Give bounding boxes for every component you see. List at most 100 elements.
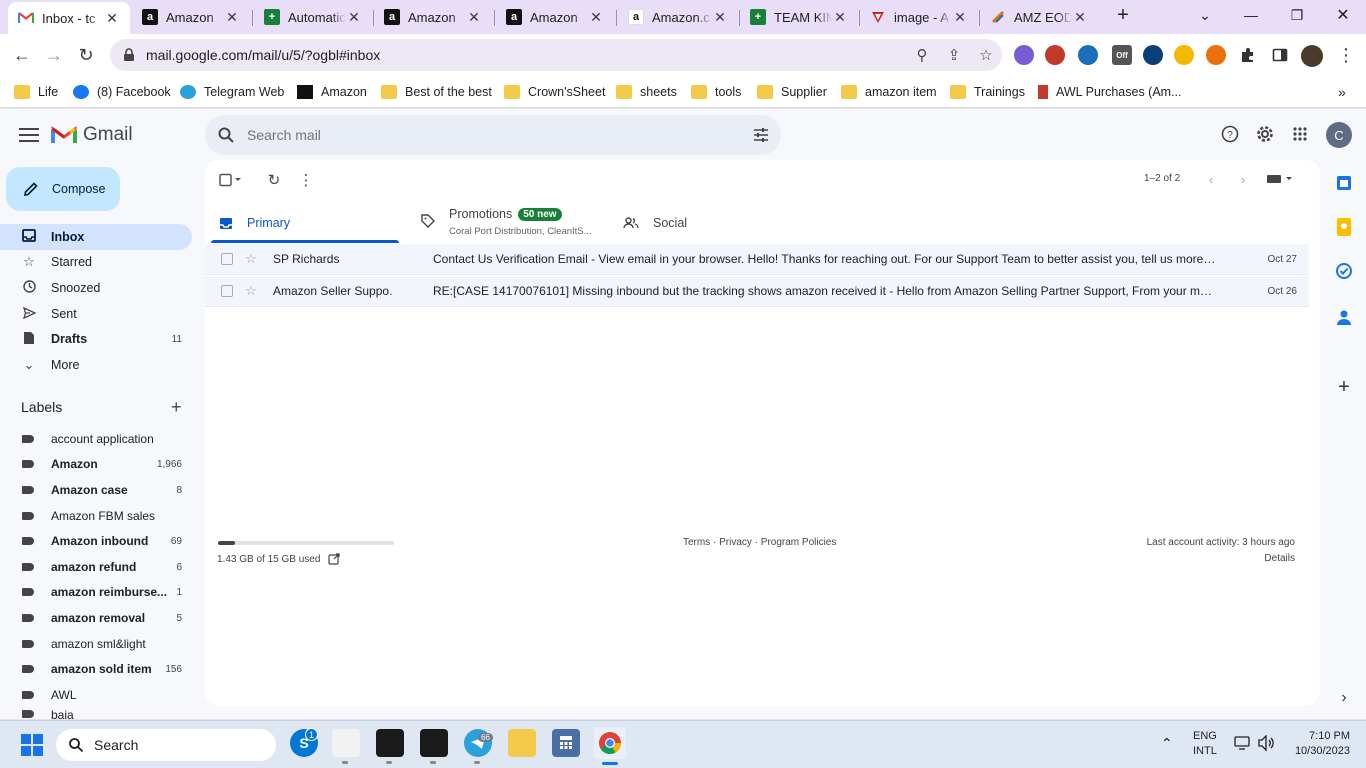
restore-icon[interactable]: ❐ bbox=[1274, 0, 1320, 30]
volume-icon[interactable] bbox=[1258, 734, 1276, 756]
file-explorer-icon[interactable] bbox=[508, 729, 536, 757]
external-link-icon[interactable] bbox=[328, 553, 341, 565]
tab-search-chevron-icon[interactable]: ⌄ bbox=[1182, 0, 1228, 30]
close-tab-icon[interactable]: ✕ bbox=[588, 9, 604, 26]
tab-amazon-2[interactable]: a Amazon ✕ bbox=[374, 2, 492, 32]
compose-button[interactable]: Compose bbox=[6, 167, 120, 211]
new-tab-button[interactable]: + bbox=[1100, 0, 1146, 30]
nav-snoozed[interactable]: Snoozed bbox=[0, 275, 192, 301]
back-icon[interactable]: ← bbox=[10, 43, 34, 67]
refresh-icon[interactable]: ↻ bbox=[265, 171, 283, 189]
extension-off-icon[interactable]: Off bbox=[1112, 45, 1132, 65]
label-baia[interactable]: baia bbox=[0, 708, 192, 719]
reload-icon[interactable]: ↻ bbox=[74, 43, 98, 67]
older-chevron-right-icon[interactable]: › bbox=[1235, 171, 1251, 187]
bookmark-life[interactable]: Life bbox=[14, 82, 58, 102]
tab-amazon-3[interactable]: a Amazon ✕ bbox=[496, 2, 614, 32]
details-link[interactable]: Details bbox=[1264, 553, 1295, 564]
tab-automatic[interactable]: + Automatic ✕ bbox=[254, 2, 372, 32]
help-icon[interactable]: ? bbox=[1219, 123, 1241, 145]
label-amazon-refund[interactable]: amazon refund 6 bbox=[0, 556, 192, 578]
tab-primary[interactable]: Primary bbox=[219, 204, 290, 242]
select-all-checkbox[interactable] bbox=[219, 172, 243, 188]
taskbar-search[interactable]: Search bbox=[56, 729, 276, 761]
bookmark-amazon[interactable]: Amazon bbox=[297, 82, 367, 102]
app-icon-3[interactable] bbox=[420, 729, 448, 757]
email-row[interactable]: ☆ SP Richards Contact Us Verification Em… bbox=[205, 244, 1309, 275]
more-bookmarks-icon[interactable]: » bbox=[1338, 82, 1346, 102]
label-amazon-sold-item[interactable]: amazon sold item 156 bbox=[0, 658, 192, 680]
row-checkbox[interactable] bbox=[221, 285, 233, 297]
bookmark-best-of-the-best[interactable]: Best of the best bbox=[381, 82, 492, 102]
close-tab-icon[interactable]: ✕ bbox=[224, 9, 240, 26]
close-window-icon[interactable]: ✕ bbox=[1320, 0, 1366, 30]
zoom-icon[interactable]: ⚲ bbox=[906, 46, 938, 64]
network-icon[interactable] bbox=[1234, 736, 1250, 755]
bookmark-amazon-item[interactable]: amazon item bbox=[841, 82, 937, 102]
tab-gmail-inbox[interactable]: Inbox - tc ✕ bbox=[8, 2, 130, 34]
label-amazon-removal[interactable]: amazon removal 5 bbox=[0, 607, 192, 629]
app-icon-2[interactable] bbox=[376, 729, 404, 757]
tab-amazon-com[interactable]: a Amazon.c ✕ bbox=[618, 2, 738, 32]
address-bar[interactable]: mail.google.com/mail/u/5/?ogbl#inbox ⚲ ⇪… bbox=[110, 39, 1002, 71]
google-apps-icon[interactable] bbox=[1289, 123, 1311, 145]
bookmark-sheets[interactable]: sheets bbox=[616, 82, 677, 102]
extension-2-icon[interactable] bbox=[1045, 45, 1065, 65]
storage-usage[interactable]: 1.43 GB of 15 GB used bbox=[217, 553, 341, 565]
system-clock[interactable]: 7:10 PM 10/30/2023 bbox=[1295, 729, 1350, 759]
bookmark-trainings[interactable]: Trainings bbox=[950, 82, 1025, 102]
label-amazon-inbound[interactable]: Amazon inbound 69 bbox=[0, 530, 192, 552]
tab-team-kim[interactable]: + TEAM KIM ✕ bbox=[740, 2, 858, 32]
nav-sent[interactable]: Sent bbox=[0, 301, 192, 327]
chrome-icon[interactable] bbox=[594, 727, 626, 759]
more-actions-icon[interactable]: ⋮ bbox=[297, 171, 315, 189]
minimize-icon[interactable]: — bbox=[1228, 0, 1274, 30]
close-tab-icon[interactable]: ✕ bbox=[104, 10, 120, 27]
label-amazon-case[interactable]: Amazon case 8 bbox=[0, 479, 192, 501]
input-language[interactable]: ENG INTL bbox=[1193, 729, 1217, 759]
create-label-icon[interactable]: + bbox=[171, 397, 182, 418]
extension-5-icon[interactable] bbox=[1143, 45, 1163, 65]
close-tab-icon[interactable]: ✕ bbox=[712, 9, 728, 26]
label-amazon[interactable]: Amazon 1,966 bbox=[0, 453, 192, 475]
label-account-application[interactable]: account application bbox=[0, 428, 192, 450]
contacts-icon[interactable] bbox=[1334, 307, 1354, 327]
close-tab-icon[interactable]: ✕ bbox=[832, 9, 848, 26]
nav-more[interactable]: ⌄ More bbox=[0, 352, 192, 378]
email-row[interactable]: ☆ Amazon Seller Suppo. RE:[CASE 14170076… bbox=[205, 276, 1309, 307]
bookmark-star-icon[interactable]: ☆ bbox=[970, 46, 1002, 64]
calendar-icon[interactable] bbox=[1334, 173, 1354, 193]
nav-starred[interactable]: ☆ Starred bbox=[0, 249, 192, 275]
tab-image[interactable]: image - A ✕ bbox=[860, 2, 978, 32]
search-bar[interactable] bbox=[205, 115, 781, 155]
close-tab-icon[interactable]: ✕ bbox=[952, 9, 968, 26]
share-icon[interactable]: ⇪ bbox=[938, 46, 970, 64]
row-checkbox[interactable] bbox=[221, 253, 233, 265]
star-icon[interactable]: ☆ bbox=[245, 251, 259, 267]
show-hidden-icons-chevron-icon[interactable]: ⌃ bbox=[1161, 735, 1173, 752]
extension-1-icon[interactable] bbox=[1014, 45, 1034, 65]
forward-icon[interactable]: → bbox=[42, 43, 66, 67]
bookmark-supplier[interactable]: Supplier bbox=[757, 82, 827, 102]
label-awl[interactable]: AWL bbox=[0, 684, 192, 706]
extensions-puzzle-icon[interactable] bbox=[1236, 43, 1260, 67]
account-avatar[interactable]: C bbox=[1326, 122, 1352, 148]
bookmark-crowns-sheet[interactable]: Crown'sSheet bbox=[504, 82, 605, 102]
show-side-panel-icon[interactable]: › bbox=[1334, 688, 1354, 708]
extension-7-icon[interactable] bbox=[1206, 45, 1226, 65]
close-tab-icon[interactable]: ✕ bbox=[1072, 9, 1088, 26]
input-tools-keyboard-icon[interactable] bbox=[1265, 171, 1295, 187]
bookmark-facebook[interactable]: (8) Facebook bbox=[73, 82, 171, 102]
extension-3-icon[interactable] bbox=[1078, 45, 1098, 65]
calculator-icon[interactable] bbox=[552, 729, 580, 757]
nav-inbox[interactable]: Inbox bbox=[0, 224, 192, 250]
label-amazon-sml-light[interactable]: amazon sml&light bbox=[0, 633, 192, 655]
windows-start-icon[interactable] bbox=[20, 733, 44, 757]
tab-social[interactable]: Social bbox=[623, 204, 687, 242]
app-icon-1[interactable] bbox=[332, 729, 360, 757]
main-menu-icon[interactable] bbox=[17, 125, 41, 145]
get-add-ons-icon[interactable]: + bbox=[1334, 376, 1354, 398]
tab-promotions[interactable]: Promotions 50 new Coral Port Distributio… bbox=[421, 202, 592, 237]
label-amazon-reimburse[interactable]: amazon reimburse... 1 bbox=[0, 581, 192, 603]
chrome-menu-icon[interactable]: ⋮ bbox=[1334, 43, 1358, 67]
